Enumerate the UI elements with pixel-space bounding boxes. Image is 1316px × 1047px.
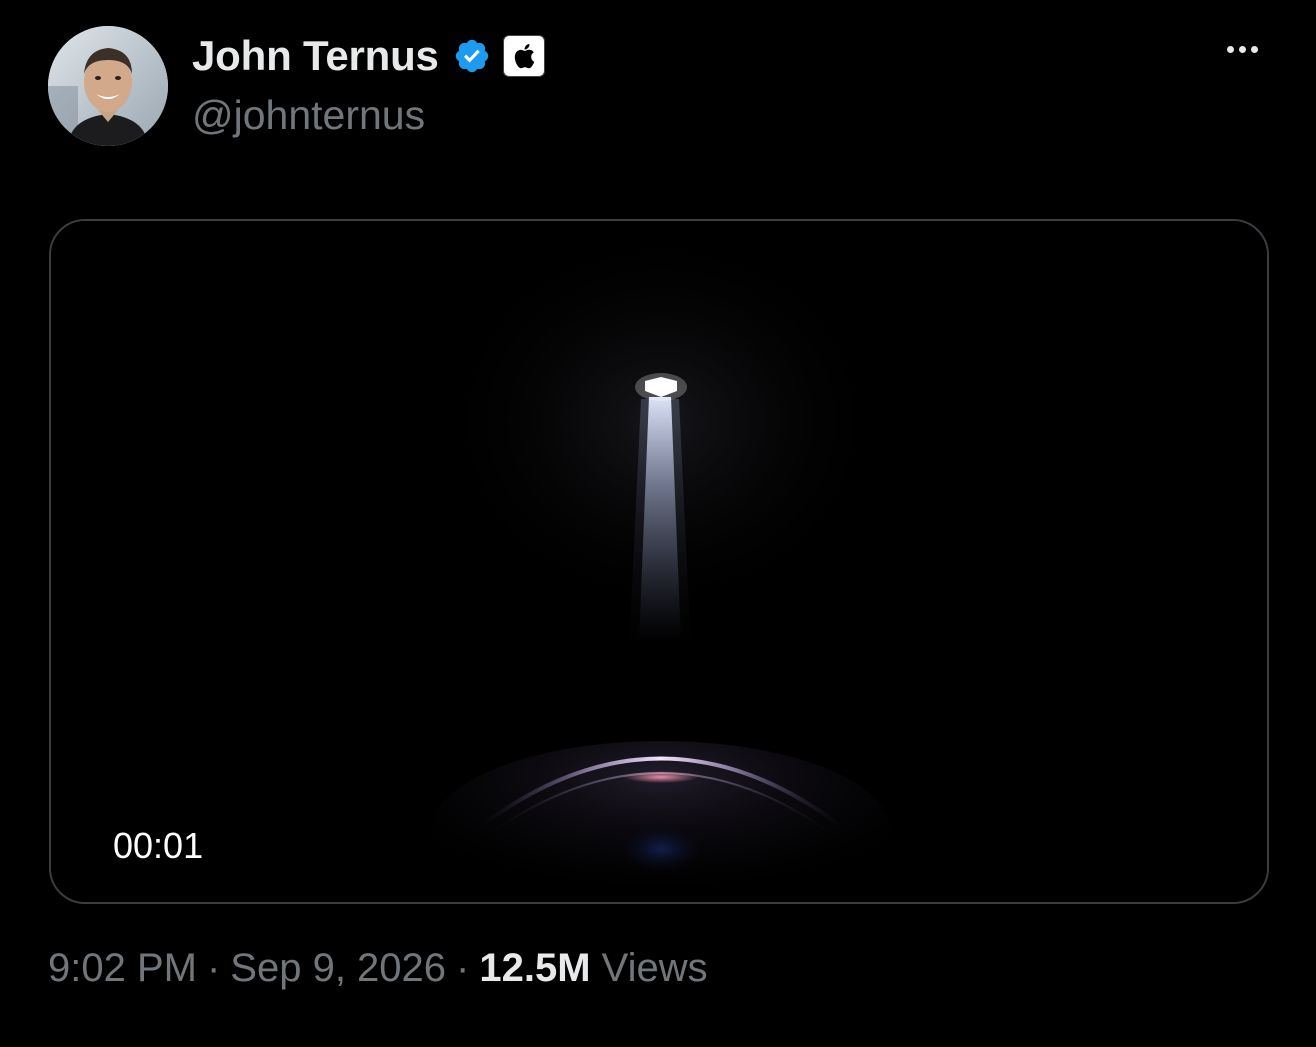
post-date[interactable]: Sep 9, 2026: [230, 946, 446, 990]
separator: ·: [456, 946, 470, 990]
name-row: John Ternus: [192, 32, 545, 80]
tweet: John Ternus @johnternus 00:01 9:02 PM · …: [0, 0, 1316, 1047]
separator: ·: [206, 946, 221, 990]
dot-icon: [1238, 45, 1246, 53]
verified-check-icon[interactable]: [453, 37, 491, 75]
more-options-icon[interactable]: [1218, 34, 1266, 64]
tweet-header: John Ternus @johnternus: [48, 26, 1268, 146]
display-name[interactable]: John Ternus: [192, 32, 439, 80]
tweet-meta: 9:02 PM · Sep 9, 2026 · 12.5M Views: [48, 946, 708, 991]
apple-logo-icon[interactable]: [502, 35, 545, 77]
avatar-image: [48, 26, 168, 146]
avatar[interactable]: [48, 26, 168, 146]
handle[interactable]: @johnternus: [192, 92, 425, 139]
dot-icon: [1226, 45, 1234, 53]
video-frame: [51, 221, 1267, 902]
views-label: Views: [601, 946, 708, 990]
views-count[interactable]: 12.5M: [479, 946, 590, 990]
post-time[interactable]: 9:02 PM: [48, 946, 197, 990]
video-player[interactable]: 00:01: [49, 219, 1269, 904]
dot-icon: [1250, 45, 1258, 53]
video-elapsed-time: 00:01: [113, 825, 204, 866]
